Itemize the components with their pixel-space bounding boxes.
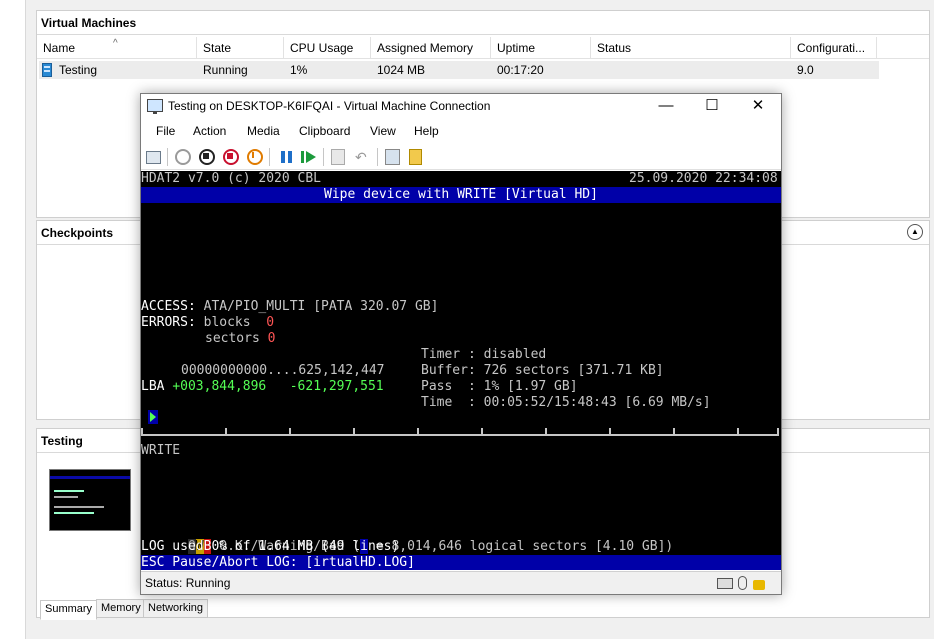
column-cpu-usage[interactable]: CPU Usage	[284, 37, 371, 59]
sort-up-icon: ^	[113, 38, 118, 49]
toolbar: ↶	[141, 144, 781, 170]
lba-range: 00000000000....625,142,447	[181, 363, 385, 378]
lba-remaining: -621,297,551	[289, 379, 384, 394]
sectors-value: 0	[267, 331, 276, 346]
vm-thumbnail[interactable]	[49, 469, 131, 531]
menu-bar: File Action Media Clipboard View Help	[141, 120, 781, 142]
menu-view[interactable]: View	[370, 120, 396, 142]
start-icon[interactable]	[175, 149, 191, 165]
blocks-label: blocks	[203, 315, 251, 330]
errors-label: ERRORS:	[141, 315, 196, 330]
vm-connection-window: Testing on DESKTOP-K6IFQAI - Virtual Mac…	[140, 93, 782, 595]
vm-grid-header: Name ^ State CPU Usage Assigned Memory Up…	[37, 37, 929, 59]
pause-icon[interactable]	[279, 149, 295, 165]
blocks-value: 0	[266, 315, 275, 330]
revert-icon[interactable]: ↶	[355, 149, 371, 165]
tab-summary[interactable]: Summary	[40, 600, 98, 620]
save-state-icon[interactable]	[247, 149, 263, 165]
progress-ruler	[141, 434, 779, 436]
vm-state: Running	[203, 63, 248, 77]
console-cursor	[148, 410, 158, 424]
menu-clipboard[interactable]: Clipboard	[299, 120, 350, 142]
window-title: Testing on DESKTOP-K6IFQAI - Virtual Mac…	[168, 99, 491, 113]
monitor-icon	[147, 99, 163, 114]
column-status[interactable]: Status	[591, 37, 791, 59]
console-header-right: 25.09.2020 22:34:08	[629, 171, 778, 186]
menu-media[interactable]: Media	[247, 120, 280, 142]
access-label: ACCESS:	[141, 299, 196, 314]
menu-action[interactable]: Action	[193, 120, 226, 142]
vm-config: 9.0	[797, 63, 814, 77]
column-name[interactable]: Name ^	[37, 37, 197, 59]
log-usage-line: LOG used 0% of 1.64 MB (49 lines)	[141, 539, 400, 554]
console-banner: Wipe device with WRITE [Virtual HD]	[141, 187, 781, 203]
vm-memory: 1024 MB	[377, 63, 426, 77]
sectors-label: sectors	[205, 331, 260, 346]
window-titlebar[interactable]: Testing on DESKTOP-K6IFQAI - Virtual Mac…	[141, 94, 781, 118]
vm-status-bar: Status: Running	[141, 571, 781, 594]
vm-row-testing[interactable]: Testing Running 1% 1024 MB 00:17:20 9.0	[39, 61, 879, 79]
resume-icon[interactable]	[301, 149, 317, 165]
left-navigation-strip	[0, 0, 26, 639]
column-assigned-memory[interactable]: Assigned Memory	[371, 37, 491, 59]
buffer-line: Buffer: 726 sectors [371.71 KB]	[421, 363, 664, 378]
share-icon[interactable]	[409, 149, 422, 165]
vm-status-text: Status: Running	[145, 576, 231, 590]
vm-cpu: 1%	[290, 63, 308, 77]
maximize-button[interactable]: ☐	[689, 94, 735, 118]
time-line: Time : 00:05:52/15:48:43 [6.69 MB/s]	[421, 395, 711, 410]
mouse-icon	[738, 576, 747, 590]
console-footer: ESC Pause/Abort LOG: [irtualHD.LOG]	[141, 555, 781, 570]
close-button[interactable]: ✕	[735, 94, 781, 118]
menu-file[interactable]: File	[156, 120, 175, 142]
ctrl-alt-del-icon[interactable]	[146, 151, 161, 164]
pass-line: Pass : 1% [1.97 GB]	[421, 379, 578, 394]
lock-icon	[753, 580, 765, 590]
timer-line: Timer : disabled	[421, 347, 547, 362]
legend-sectors: = 8,014,646 logical sectors [4.10 GB])	[368, 539, 674, 554]
enhanced-session-icon[interactable]	[385, 149, 400, 165]
console-header-left: HDAT2 v7.0 (c) 2020 CBL	[141, 171, 322, 186]
vm-name: Testing	[59, 63, 98, 77]
mode-label: WRITE	[141, 443, 181, 458]
keyboard-icon	[717, 578, 733, 589]
checkpoint-icon[interactable]	[331, 149, 345, 165]
access-value: ATA/PIO_MULTI [PATA 320.07 GB]	[203, 299, 439, 314]
minimize-button[interactable]: —	[643, 94, 689, 118]
vm-uptime: 00:17:20	[497, 63, 544, 77]
virtual-machines-header: Virtual Machines	[37, 11, 929, 35]
tab-networking[interactable]: Networking	[143, 599, 209, 618]
lba-position: +003,844,896	[172, 379, 267, 394]
collapse-up-icon[interactable]: ▲	[907, 224, 923, 240]
tab-memory[interactable]: Memory	[96, 599, 146, 618]
menu-help[interactable]: Help	[414, 120, 439, 142]
shut-down-icon[interactable]	[223, 149, 239, 165]
turn-off-icon[interactable]	[199, 149, 215, 165]
vm-console-screen[interactable]: HDAT2 v7.0 (c) 2020 CBL 25.09.2020 22:34…	[141, 171, 781, 570]
column-state[interactable]: State	[197, 37, 284, 59]
virtual-machine-icon	[42, 63, 52, 77]
column-uptime[interactable]: Uptime	[491, 37, 591, 59]
lba-label: LBA	[141, 379, 165, 394]
column-configuration[interactable]: Configurati...	[791, 37, 877, 59]
